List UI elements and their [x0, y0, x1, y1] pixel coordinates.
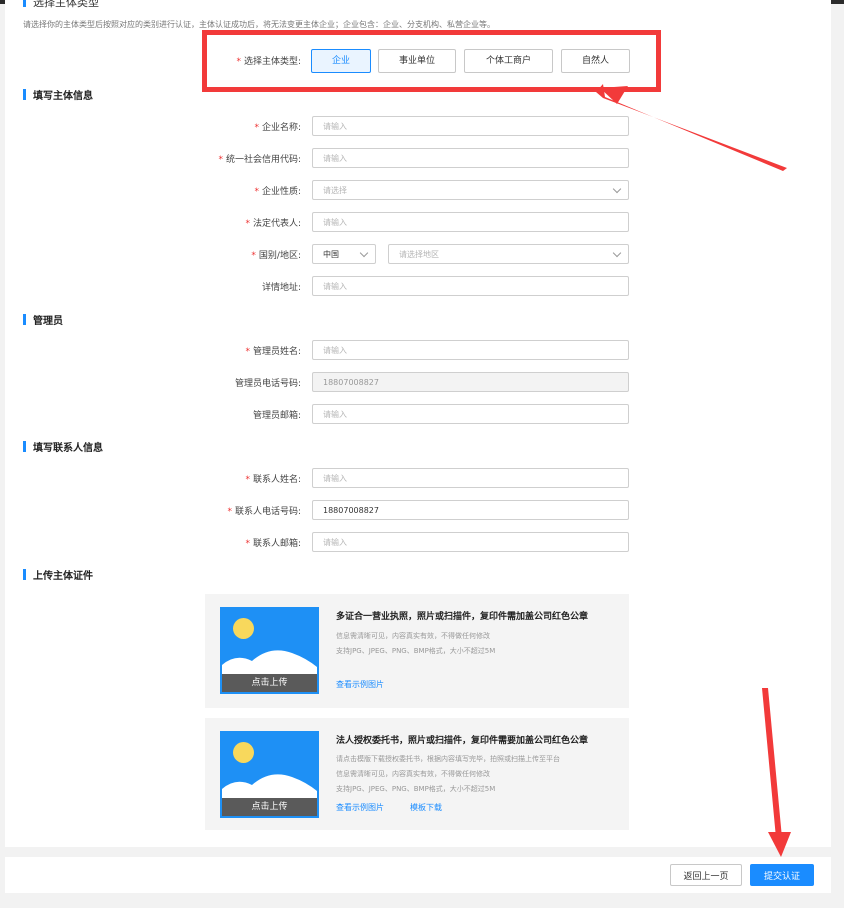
upload-card-license: 点击上传 多证合一营业执照，照片或扫描件，复印件需加盖公司红色公章 信息需清晰可…	[205, 594, 629, 708]
contact-name-row: * 联系人姓名:	[5, 468, 831, 488]
admin-email-input[interactable]	[312, 404, 629, 424]
admin-email-label: 管理员邮箱:	[252, 411, 301, 421]
company-nature-label: * 企业性质:	[254, 187, 301, 197]
section-contact-title: 填写联系人信息	[23, 439, 103, 454]
contact-email-input[interactable]	[312, 532, 629, 552]
credit-code-label: * 统一社会信用代码:	[218, 155, 301, 165]
country-select[interactable]: 中国	[312, 244, 376, 264]
upload-license-title: 多证合一营业执照，照片或扫描件，复印件需加盖公司红色公章	[336, 612, 589, 622]
upload-license-button[interactable]: 点击上传	[220, 607, 319, 694]
upload-license-label: 点击上传	[222, 674, 317, 692]
contact-email-row: * 联系人邮箱:	[5, 532, 831, 552]
contact-email-label: * 联系人邮箱:	[245, 539, 301, 549]
view-sample-link[interactable]: 查看示例图片	[336, 679, 384, 690]
chevron-down-icon	[612, 184, 622, 194]
admin-phone-input	[312, 372, 629, 392]
region-placeholder: 请选择地区	[399, 250, 439, 259]
upload-authorization-desc-3: 支持JPG、JPEG、PNG、BMP格式，大小不超过5M	[336, 785, 496, 793]
admin-name-input[interactable]	[312, 340, 629, 360]
country-value: 中国	[323, 250, 339, 259]
contact-phone-row: * 联系人电话号码:	[5, 500, 831, 520]
form-card: 选择主体类型 请选择你的主体类型后按照对应的类别进行认证，主体认证成功后，将无法…	[5, 0, 831, 847]
address-row: 详情地址:	[5, 276, 831, 296]
chevron-down-icon	[359, 248, 369, 258]
section-subject-title: 填写主体信息	[23, 87, 93, 102]
legal-rep-row: * 法定代表人:	[5, 212, 831, 232]
region-select[interactable]: 请选择地区	[388, 244, 629, 264]
country-row: * 国别/地区: 中国 请选择地区	[5, 244, 831, 264]
contact-name-label: * 联系人姓名:	[245, 475, 301, 485]
legal-rep-input[interactable]	[312, 212, 629, 232]
admin-name-row: * 管理员姓名:	[5, 340, 831, 360]
sun-icon	[233, 742, 254, 763]
company-name-input[interactable]	[312, 116, 629, 136]
admin-email-row: 管理员邮箱:	[5, 404, 831, 424]
section-upload-title: 上传主体证件	[23, 567, 93, 582]
back-button[interactable]: 返回上一页	[670, 864, 742, 886]
admin-name-label: * 管理员姓名:	[245, 347, 301, 357]
view-sample-link[interactable]: 查看示例图片	[336, 802, 384, 813]
upload-license-desc-1: 信息需清晰可见，内容真实有效，不得做任何修改	[336, 632, 490, 640]
legal-rep-label: * 法定代表人:	[245, 219, 301, 229]
section-admin-title: 管理员	[23, 312, 63, 327]
intro-description: 请选择你的主体类型后按照对应的类别进行认证，主体认证成功后，将无法变更主体企业；…	[23, 20, 495, 29]
contact-phone-label: * 联系人电话号码:	[227, 507, 301, 517]
contact-name-input[interactable]	[312, 468, 629, 488]
company-name-label: * 企业名称:	[254, 123, 301, 133]
admin-phone-row: 管理员电话号码:	[5, 372, 831, 392]
contact-phone-input[interactable]	[312, 500, 629, 520]
sun-icon	[233, 618, 254, 639]
upload-card-authorization: 点击上传 法人授权委托书，照片或扫描件，复印件需要加盖公司红色公章 请点击模版下…	[205, 718, 629, 830]
company-name-row: * 企业名称:	[5, 116, 831, 136]
footer-bar: 返回上一页 提交认证	[5, 857, 831, 893]
country-label: * 国别/地区:	[251, 251, 301, 261]
company-nature-placeholder: 请选择	[323, 186, 347, 195]
address-input[interactable]	[312, 276, 629, 296]
upload-authorization-label: 点击上传	[222, 798, 317, 816]
annotation-highlight-box	[202, 30, 661, 92]
intro-title: 选择主体类型	[23, 0, 99, 10]
credit-code-input[interactable]	[312, 148, 629, 168]
image-placeholder-icon	[222, 774, 317, 799]
credit-code-row: * 统一社会信用代码:	[5, 148, 831, 168]
upload-license-desc-2: 支持JPG、JPEG、PNG、BMP格式，大小不超过5M	[336, 647, 496, 655]
upload-authorization-desc-1: 请点击模版下载授权委托书，根据内容填写完毕，拍照或扫描上传至平台	[336, 755, 560, 763]
image-placeholder-icon	[222, 650, 317, 675]
address-label: 详情地址:	[261, 283, 301, 293]
upload-authorization-button[interactable]: 点击上传	[220, 731, 319, 818]
chevron-down-icon	[612, 248, 622, 258]
template-download-link[interactable]: 模板下载	[410, 802, 442, 813]
upload-authorization-title: 法人授权委托书，照片或扫描件，复印件需要加盖公司红色公章	[336, 736, 589, 746]
upload-authorization-desc-2: 信息需清晰可见，内容真实有效，不得做任何修改	[336, 770, 490, 778]
company-nature-select[interactable]: 请选择	[312, 180, 629, 200]
submit-button[interactable]: 提交认证	[750, 864, 814, 886]
admin-phone-label: 管理员电话号码:	[234, 379, 301, 389]
company-nature-row: * 企业性质: 请选择	[5, 180, 831, 200]
